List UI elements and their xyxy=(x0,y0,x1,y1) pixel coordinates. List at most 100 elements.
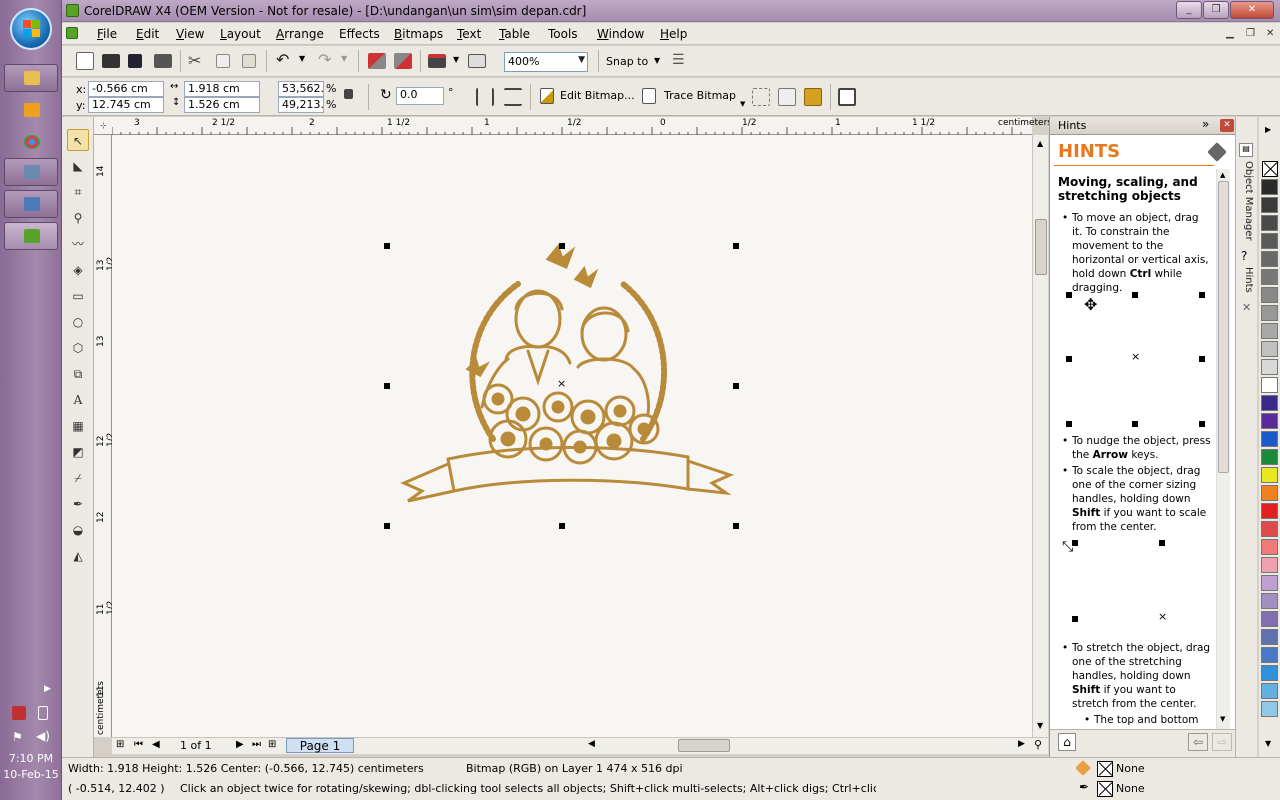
hints-scrollbar[interactable]: ▲ ▼ xyxy=(1216,169,1230,729)
color-swatch[interactable] xyxy=(1261,449,1278,465)
taskbar-chrome-button[interactable] xyxy=(4,128,58,156)
document-icon[interactable] xyxy=(66,27,78,39)
fill-tool-icon[interactable]: ◒ xyxy=(67,519,89,541)
scale-y-field[interactable]: 49,213. xyxy=(278,97,324,113)
snap-to-button[interactable]: Snap to xyxy=(606,55,648,68)
y-position-field[interactable]: 12.745 cm xyxy=(88,97,164,113)
color-swatch[interactable] xyxy=(1261,665,1278,681)
print-icon[interactable] xyxy=(154,54,172,68)
color-swatch[interactable] xyxy=(1261,359,1278,375)
color-swatch[interactable] xyxy=(1261,593,1278,609)
selection-handle-top-left[interactable] xyxy=(384,243,390,249)
object-manager-tab-icon[interactable]: ▤ xyxy=(1239,143,1253,157)
polygon-tool-icon[interactable]: ⬡ xyxy=(67,337,89,359)
menu-text[interactable]: Text xyxy=(457,27,481,41)
welcome-screen-icon[interactable] xyxy=(468,54,486,68)
smart-fill-tool-icon[interactable]: ◈ xyxy=(67,259,89,281)
menu-window[interactable]: Window xyxy=(597,27,644,41)
selection-handle-bottom-right[interactable] xyxy=(733,523,739,529)
trace-bitmap-button[interactable]: Trace Bitmap xyxy=(664,89,736,102)
color-swatch[interactable] xyxy=(1261,413,1278,429)
start-button[interactable] xyxy=(10,8,52,50)
selection-handle-top-right[interactable] xyxy=(733,243,739,249)
open-folder-icon[interactable] xyxy=(102,54,120,68)
drawing-canvas[interactable]: × xyxy=(112,135,1032,737)
freehand-tool-icon[interactable]: 〰 xyxy=(67,233,89,255)
color-swatch[interactable] xyxy=(1261,233,1278,249)
flag-icon[interactable]: ⚑ xyxy=(12,730,23,744)
fill-color-swatch[interactable] xyxy=(1097,761,1113,777)
selection-handle-left[interactable] xyxy=(384,383,390,389)
pick-tool-icon[interactable]: ↖ xyxy=(67,129,89,151)
selection-handle-bottom[interactable] xyxy=(559,523,565,529)
color-swatch[interactable] xyxy=(1261,377,1278,393)
rotation-angle-field[interactable]: 0.0 xyxy=(396,87,444,105)
width-field[interactable]: 1.918 cm xyxy=(184,81,260,97)
ellipse-tool-icon[interactable]: ○ xyxy=(67,311,89,333)
interactive-blend-tool-icon[interactable]: ◩ xyxy=(67,441,89,463)
selection-handle-top[interactable] xyxy=(559,243,565,249)
menu-layout[interactable]: Layout xyxy=(220,27,261,41)
page-tab[interactable]: Page 1 xyxy=(286,738,354,753)
volume-icon[interactable]: ◀) xyxy=(36,729,50,743)
menu-arrange[interactable]: Arrange xyxy=(276,27,324,41)
menu-edit[interactable]: Edit xyxy=(136,27,159,41)
color-swatch[interactable] xyxy=(1261,323,1278,339)
lock-ratio-icon[interactable] xyxy=(344,89,353,99)
minimize-button[interactable]: _ xyxy=(1176,1,1202,19)
shape-tool-icon[interactable]: ◣ xyxy=(67,155,89,177)
home-icon[interactable]: ⌂ xyxy=(1058,733,1076,751)
bitmap-color-mask-icon[interactable] xyxy=(804,88,822,106)
zoom-level-select[interactable]: 400% ▼ xyxy=(504,52,588,72)
selection-handle-bottom-left[interactable] xyxy=(384,523,390,529)
vertical-scrollbar[interactable]: ▲ ▼ xyxy=(1032,135,1048,737)
zoom-navigator-icon[interactable]: ⚲ xyxy=(1034,738,1042,751)
scroll-up-icon[interactable]: ▲ xyxy=(1220,171,1225,179)
battery-icon[interactable] xyxy=(38,706,48,720)
add-page-before-icon[interactable]: ⊞ xyxy=(116,739,124,750)
menu-effects[interactable]: Effects xyxy=(339,27,380,41)
wrap-text-icon[interactable] xyxy=(838,88,856,106)
color-swatch[interactable] xyxy=(1261,287,1278,303)
taskbar-explorer-button[interactable] xyxy=(4,64,58,92)
trace-bitmap-dropdown-icon[interactable]: ▼ xyxy=(740,100,745,108)
copy-icon[interactable] xyxy=(216,54,230,68)
menu-tools[interactable]: Tools xyxy=(548,27,578,41)
color-swatch[interactable] xyxy=(1261,557,1278,573)
scroll-right-icon[interactable]: ▶ xyxy=(1018,739,1025,749)
export-icon[interactable] xyxy=(394,53,412,69)
color-swatch[interactable] xyxy=(1261,539,1278,555)
color-swatch[interactable] xyxy=(1261,395,1278,411)
crop-tool-icon[interactable]: ⌗ xyxy=(67,181,89,203)
save-icon[interactable] xyxy=(128,54,142,68)
new-document-icon[interactable] xyxy=(76,52,94,70)
undo-icon[interactable]: ↶ xyxy=(276,50,289,69)
mdi-close-button[interactable]: ✕ xyxy=(1266,28,1274,39)
menu-bitmaps[interactable]: Bitmaps xyxy=(394,27,443,41)
mdi-minimize-button[interactable]: ▁ xyxy=(1226,28,1234,39)
x-position-field[interactable]: -0.566 cm xyxy=(88,81,164,97)
color-swatch[interactable] xyxy=(1261,305,1278,321)
close-docker-button[interactable]: ✕ xyxy=(1220,119,1234,132)
snap-to-dropdown-icon[interactable]: ▼ xyxy=(654,56,660,65)
mdi-restore-button[interactable]: ❐ xyxy=(1246,28,1255,39)
zoom-tool-icon[interactable]: ⚲ xyxy=(67,207,89,229)
color-swatch[interactable] xyxy=(1261,647,1278,663)
horizontal-scroll-thumb[interactable] xyxy=(678,739,730,752)
color-swatch[interactable] xyxy=(1261,341,1278,357)
color-swatch[interactable] xyxy=(1261,215,1278,231)
forward-icon[interactable]: ⇨ xyxy=(1212,733,1232,751)
restore-button[interactable]: ❐ xyxy=(1203,1,1229,19)
scroll-down-icon[interactable]: ▼ xyxy=(1220,715,1225,723)
selection-handle-right[interactable] xyxy=(733,383,739,389)
application-launcher-icon[interactable] xyxy=(428,54,446,68)
scroll-up-icon[interactable]: ▲ xyxy=(1037,139,1043,148)
cut-icon[interactable]: ✂ xyxy=(188,51,201,70)
taskbar-display-button[interactable] xyxy=(4,158,58,186)
hints-tab[interactable]: Hints xyxy=(1243,267,1254,293)
scroll-left-icon[interactable]: ◀ xyxy=(588,739,595,749)
color-swatch[interactable] xyxy=(1261,197,1278,213)
scale-x-field[interactable]: 53,562. xyxy=(278,81,324,97)
previous-page-icon[interactable]: ◀ xyxy=(152,739,160,750)
hints-book-icon[interactable] xyxy=(1207,142,1227,162)
